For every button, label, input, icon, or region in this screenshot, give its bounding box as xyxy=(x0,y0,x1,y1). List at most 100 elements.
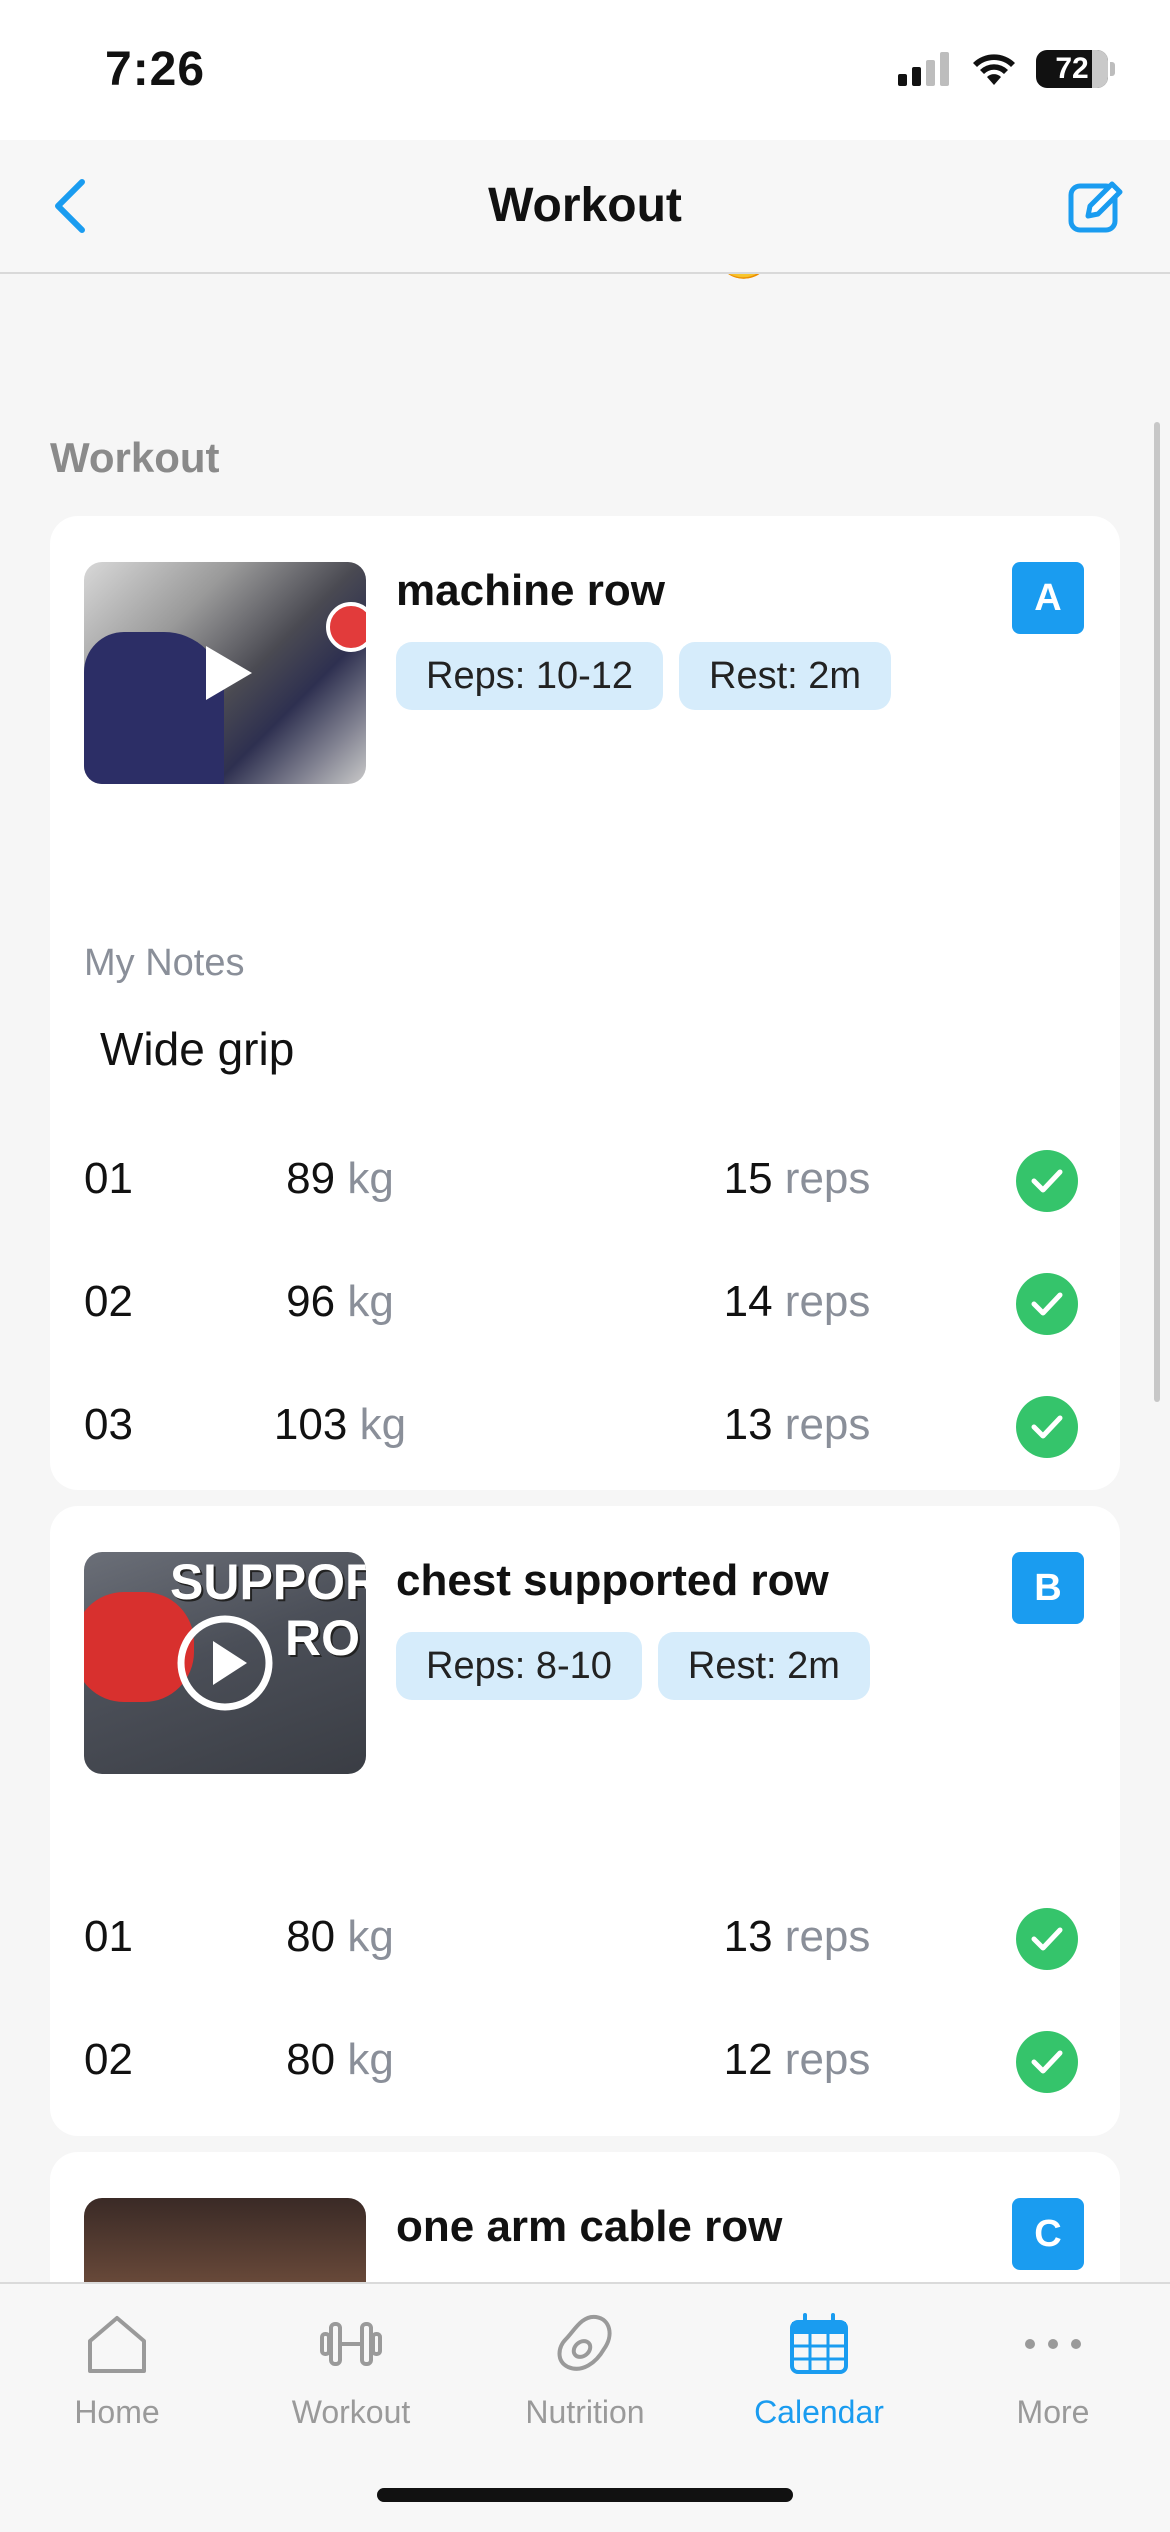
tab-label: More xyxy=(1016,2394,1090,2430)
superset-badge: C xyxy=(1012,2198,1084,2270)
weight-value: 103 xyxy=(273,1400,348,1449)
set-number: 03 xyxy=(84,1400,133,1449)
set-reps[interactable]: 13 reps xyxy=(712,1912,882,1962)
notes-label: My Notes xyxy=(84,942,245,984)
reps-unit: reps xyxy=(784,1400,871,1449)
reps-value: 13 xyxy=(723,1912,773,1961)
edit-button[interactable] xyxy=(1064,174,1128,238)
set-row[interactable]: 01 80 kg 13 reps xyxy=(50,1900,1120,1980)
set-number: 01 xyxy=(84,1154,133,1203)
notes-value[interactable]: Wide grip xyxy=(100,1022,294,1076)
play-icon xyxy=(206,646,252,700)
reps-value: 15 xyxy=(723,1154,773,1203)
checkmark-icon xyxy=(1031,1292,1063,1316)
weight-value: 96 xyxy=(286,1277,336,1326)
set-row[interactable]: 03 103 kg 13 reps xyxy=(50,1388,1120,1468)
set-number: 02 xyxy=(84,2035,133,2084)
checkmark-icon xyxy=(1031,1169,1063,1193)
tab-label: Workout xyxy=(291,2394,411,2430)
avocado-icon xyxy=(557,2314,612,2371)
set-row[interactable]: 02 96 kg 14 reps xyxy=(50,1265,1120,1345)
reps-chip: Reps: 10-12 xyxy=(396,642,664,710)
superset-badge: A xyxy=(1012,562,1084,634)
tab-label: Nutrition xyxy=(525,2394,645,2430)
wifi-icon xyxy=(973,54,1015,85)
set-weight[interactable]: 80 kg xyxy=(230,1912,450,1962)
set-weight[interactable]: 103 kg xyxy=(230,1400,450,1450)
page-title: Workout xyxy=(488,179,682,232)
reps-value: 12 xyxy=(723,2035,773,2084)
weight-value: 80 xyxy=(286,2035,336,2084)
scrollbar[interactable] xyxy=(1154,422,1160,1402)
reps-unit: reps xyxy=(784,2035,871,2084)
difficulty-question: How hard was this workout? 😬 xyxy=(50,274,774,283)
battery-level: 72 xyxy=(1055,52,1089,85)
weight-unit: kg xyxy=(347,1154,394,1203)
exercise-video-thumbnail[interactable]: SUPPORT RO xyxy=(84,1552,366,1774)
reps-unit: reps xyxy=(784,1154,871,1203)
set-row[interactable]: 01 89 kg 15 reps xyxy=(50,1142,1120,1222)
nav-header: Workout xyxy=(0,140,1170,274)
status-bar: 7:26 72 xyxy=(0,0,1170,140)
exercise-card[interactable]: machine row Reps: 10-12 Rest: 2m A My No… xyxy=(50,516,1120,1490)
tab-nutrition[interactable]: Nutrition xyxy=(468,2304,702,2464)
status-icons: 72 xyxy=(898,50,1115,88)
tab-label: Calendar xyxy=(754,2394,884,2430)
checkmark-icon xyxy=(1031,1415,1063,1439)
reps-value: 13 xyxy=(723,1400,773,1449)
battery-nub xyxy=(1110,62,1115,76)
reps-unit: reps xyxy=(784,1277,871,1326)
set-reps[interactable]: 13 reps xyxy=(712,1400,882,1450)
exercise-card[interactable]: SUPPORT RO chest supported row Reps: 8-1… xyxy=(50,1506,1120,2136)
set-complete-checkbox[interactable] xyxy=(1016,2031,1078,2093)
edit-icon xyxy=(1068,181,1123,233)
exercise-name: machine row xyxy=(396,566,665,615)
set-weight[interactable]: 80 kg xyxy=(230,2035,450,2085)
home-indicator[interactable] xyxy=(377,2488,793,2502)
checkmark-icon xyxy=(1031,2050,1063,2074)
weight-value: 80 xyxy=(286,1912,336,1961)
set-row[interactable]: 02 80 kg 12 reps xyxy=(50,2023,1120,2103)
tab-home[interactable]: Home xyxy=(0,2304,234,2464)
reps-unit: reps xyxy=(784,1912,871,1961)
exercise-name: chest supported row xyxy=(396,1556,829,1605)
set-number: 01 xyxy=(84,1912,133,1961)
tab-label: Home xyxy=(74,2394,160,2430)
exercise-video-thumbnail[interactable] xyxy=(84,2198,366,2282)
weight-value: 89 xyxy=(286,1154,336,1203)
set-reps[interactable]: 12 reps xyxy=(712,2035,882,2085)
set-complete-checkbox[interactable] xyxy=(1016,1150,1078,1212)
weight-unit: kg xyxy=(347,1277,394,1326)
set-complete-checkbox[interactable] xyxy=(1016,1908,1078,1970)
exercise-name: one arm cable row xyxy=(396,2202,783,2251)
exercise-video-thumbnail[interactable] xyxy=(84,562,366,784)
dumbbell-icon xyxy=(320,2322,382,2366)
reps-chip: Reps: 8-10 xyxy=(396,1632,642,1700)
exercise-card[interactable]: one arm cable row C xyxy=(50,2152,1120,2282)
superset-badge: B xyxy=(1012,1552,1084,1624)
set-weight[interactable]: 96 kg xyxy=(230,1277,450,1327)
cellular-signal-icon xyxy=(898,52,949,86)
reps-value: 14 xyxy=(723,1277,773,1326)
rest-chip: Rest: 2m xyxy=(657,1632,870,1700)
set-reps[interactable]: 15 reps xyxy=(712,1154,882,1204)
set-weight[interactable]: 89 kg xyxy=(230,1154,450,1204)
weight-unit: kg xyxy=(347,2035,394,2084)
set-reps[interactable]: 14 reps xyxy=(712,1277,882,1327)
tab-workout[interactable]: Workout xyxy=(234,2304,468,2464)
checkmark-icon xyxy=(1031,1927,1063,1951)
set-number: 02 xyxy=(84,1277,133,1326)
more-icon xyxy=(1025,2339,1081,2349)
tab-calendar[interactable]: Calendar xyxy=(702,2304,936,2464)
section-title: Workout xyxy=(50,434,220,481)
rest-chip: Rest: 2m xyxy=(679,642,892,710)
set-complete-checkbox[interactable] xyxy=(1016,1273,1078,1335)
exercise-chips: Reps: 8-10 Rest: 2m xyxy=(396,1632,870,1700)
home-icon xyxy=(88,2316,146,2373)
play-icon xyxy=(177,1615,273,1711)
tab-more[interactable]: More xyxy=(936,2304,1170,2464)
workout-content[interactable]: How hard was this workout? 😬 Workout mac… xyxy=(0,274,1170,2282)
set-complete-checkbox[interactable] xyxy=(1016,1396,1078,1458)
battery-icon: 72 xyxy=(1036,50,1108,88)
status-time: 7:26 xyxy=(105,43,206,96)
